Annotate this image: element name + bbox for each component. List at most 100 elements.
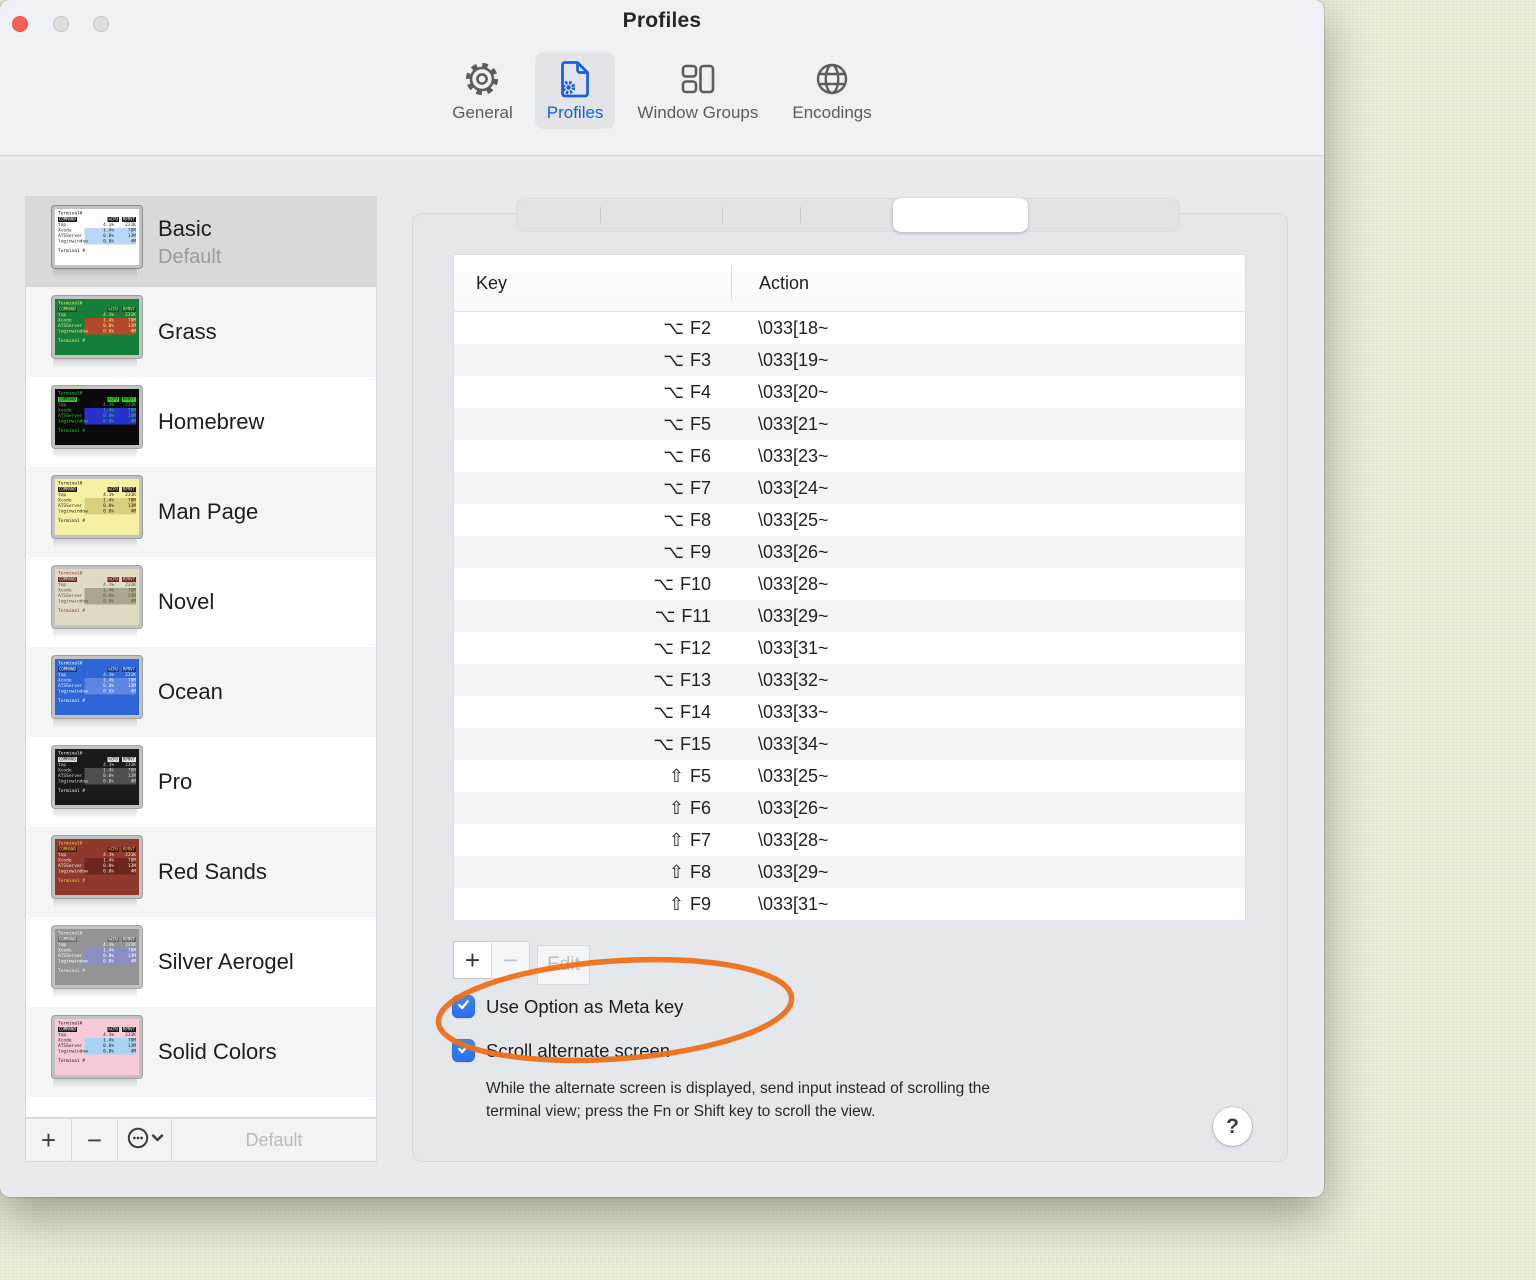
modifier-key-icon: ⌥ <box>663 541 684 562</box>
column-divider[interactable] <box>731 266 732 300</box>
table-row[interactable]: ⌥ F7 \033[24~ <box>454 472 1245 504</box>
profile-list-item[interactable]: Terminal# COMMAND %CPU RPRVT top 4.1% 231K… <box>26 647 376 737</box>
action-cell: \033[20~ <box>758 381 829 402</box>
profile-name: Homebrew <box>158 409 265 434</box>
table-row[interactable]: ⌥ F12 \033[31~ <box>454 632 1245 664</box>
ellipsis-circle-icon <box>125 1126 165 1155</box>
modifier-key-icon: ⌥ <box>653 701 674 722</box>
column-header-action[interactable]: Action <box>731 273 809 294</box>
scroll-alternate-screen-row: Scroll alternate screen <box>452 1039 670 1062</box>
key-cell: ⌥ F8 <box>663 509 711 530</box>
window-title: Profiles <box>622 9 702 32</box>
scroll-alternate-screen-checkbox[interactable] <box>452 1039 475 1062</box>
checkmark-icon <box>456 997 471 1017</box>
profile-list-item[interactable]: Terminal# COMMAND %CPU RPRVT top 4.1% 231K… <box>26 737 376 827</box>
action-cell: \033[32~ <box>758 669 829 690</box>
table-row[interactable]: ⇧ F8 \033[29~ <box>454 856 1245 888</box>
table-row[interactable]: ⌥ F11 \033[29~ <box>454 600 1245 632</box>
key-cell: ⌥ F14 <box>653 701 711 722</box>
table-row[interactable]: ⇧ F5 \033[25~ <box>454 760 1245 792</box>
profile-list-item[interactable]: Terminal# COMMAND %CPU RPRVT top 4.1% 231K… <box>26 557 376 647</box>
toolbar-item-window-groups[interactable]: Window Groups <box>625 52 770 129</box>
table-row[interactable]: ⌥ F4 \033[20~ <box>454 376 1245 408</box>
modifier-key-icon: ⌥ <box>663 477 684 498</box>
profile-list-item[interactable]: Terminal# COMMAND %CPU RPRVT top 4.1% 231K… <box>26 467 376 557</box>
table-row[interactable]: ⌥ F9 \033[26~ <box>454 536 1245 568</box>
action-cell: \033[25~ <box>758 765 829 786</box>
profile-thumbnail: Terminal# COMMAND %CPU RPRVT top 4.1% 231K… <box>52 926 144 998</box>
profile-name: Solid Colors <box>158 1039 277 1064</box>
key-cell: ⌥ F5 <box>663 413 711 434</box>
toolbar-item-label: Profiles <box>546 103 604 122</box>
profile-list-item[interactable]: Terminal# COMMAND %CPU RPRVT top 4.1% 231K… <box>26 197 376 287</box>
modifier-key-icon: ⌥ <box>654 605 676 626</box>
table-row[interactable]: ⌥ F14 \033[33~ <box>454 696 1245 728</box>
table-row[interactable]: ⌥ F5 \033[21~ <box>454 408 1245 440</box>
profile-list-item[interactable]: Terminal# COMMAND %CPU RPRVT top 4.1% 231K… <box>26 827 376 917</box>
alternate-screen-note: While the alternate screen is displayed,… <box>486 1080 991 1120</box>
table-row[interactable]: ⇧ F7 \033[28~ <box>454 824 1245 856</box>
table-row[interactable]: ⌥ F8 \033[25~ <box>454 504 1245 536</box>
thumbnail-reflection <box>53 719 137 728</box>
profile-actions-menu-button[interactable] <box>118 1119 172 1161</box>
tab[interactable] <box>722 198 800 232</box>
profile-list-item[interactable]: Terminal# COMMAND %CPU RPRVT top 4.1% 231K… <box>26 917 376 1007</box>
tab[interactable] <box>1028 198 1180 232</box>
profile-list-item[interactable]: Terminal# COMMAND %CPU RPRVT top 4.1% 231K… <box>26 1007 376 1097</box>
default-profile-button[interactable]: Default <box>172 1119 376 1161</box>
profile-name: Pro <box>158 769 193 794</box>
table-row[interactable]: ⌥ F15 \033[34~ <box>454 728 1245 760</box>
window-groups-icon <box>678 58 718 100</box>
toolbar-item-encodings[interactable]: Encodings <box>780 52 883 129</box>
remove-key-button[interactable]: − <box>491 941 530 979</box>
add-key-button[interactable]: + <box>453 941 492 979</box>
tab[interactable] <box>516 198 600 232</box>
profile-name: Ocean <box>158 679 223 704</box>
use-option-as-meta-key-row: Use Option as Meta key <box>452 995 683 1018</box>
thumbnail-reflection <box>53 1079 137 1088</box>
modifier-key-icon: ⌥ <box>653 637 674 658</box>
profile-thumbnail: Terminal# COMMAND %CPU RPRVT top 4.1% 231K… <box>52 296 144 368</box>
toolbar-item-label: General <box>452 103 513 122</box>
thumbnail-reflection <box>53 809 137 818</box>
tab[interactable] <box>800 198 893 232</box>
tab[interactable] <box>893 198 1028 232</box>
add-profile-button[interactable]: + <box>26 1119 72 1161</box>
tab[interactable] <box>600 198 722 232</box>
profile-thumbnail: Terminal# COMMAND %CPU RPRVT top 4.1% 231K… <box>52 656 144 728</box>
checkbox-label: Scroll alternate screen <box>486 1039 671 1061</box>
profile-name: Grass <box>158 319 217 344</box>
profile-name: Basic <box>158 215 212 241</box>
action-cell: \033[19~ <box>758 349 829 370</box>
profile-tabs <box>516 198 1180 232</box>
key-cell: ⇧ F8 <box>668 861 711 882</box>
key-cell: ⇧ F6 <box>668 797 711 818</box>
table-row[interactable]: ⌥ F10 \033[28~ <box>454 568 1245 600</box>
remove-profile-button[interactable]: − <box>72 1119 118 1161</box>
table-row[interactable]: ⌥ F2 \033[18~ <box>454 312 1245 344</box>
thumbnail-reflection <box>53 899 137 908</box>
use-option-as-meta-key-checkbox[interactable] <box>452 995 475 1018</box>
table-row[interactable]: ⇧ F9 \033[31~ <box>454 888 1245 920</box>
key-cell: ⌥ F12 <box>653 637 711 658</box>
profile-list-item[interactable]: Terminal# COMMAND %CPU RPRVT top 4.1% 231K… <box>26 377 376 467</box>
table-row[interactable]: ⌥ F13 \033[32~ <box>454 664 1245 696</box>
help-button[interactable]: ? <box>1213 1107 1252 1146</box>
toolbar-item-general[interactable]: General <box>440 52 524 129</box>
table-row[interactable]: ⌥ F3 \033[19~ <box>454 344 1245 376</box>
toolbar: General Profiles Window Groups Encodings <box>0 52 1324 129</box>
profile-thumbnail: Terminal# COMMAND %CPU RPRVT top 4.1% 231K… <box>52 476 144 548</box>
action-cell: \033[31~ <box>758 893 829 914</box>
table-row[interactable]: ⇧ F6 \033[26~ <box>454 792 1245 824</box>
table-row[interactable]: ⌥ F6 \033[23~ <box>454 440 1245 472</box>
edit-key-button[interactable]: Edit <box>537 945 590 985</box>
profile-thumbnail: Terminal# COMMAND %CPU RPRVT top 4.1% 231K… <box>52 206 144 278</box>
profile-list: Terminal# COMMAND %CPU RPRVT top 4.1% 231K… <box>25 196 377 1118</box>
checkbox-label: Use Option as Meta key <box>486 995 684 1017</box>
modifier-key-icon: ⇧ <box>668 797 684 818</box>
modifier-key-icon: ⌥ <box>663 381 684 402</box>
profile-list-item[interactable]: Terminal# COMMAND %CPU RPRVT top 4.1% 231K… <box>26 287 376 377</box>
toolbar-item-profiles[interactable]: Profiles <box>534 52 616 129</box>
profile-thumbnail: Terminal# COMMAND %CPU RPRVT top 4.1% 231K… <box>52 566 144 638</box>
column-header-key[interactable]: Key <box>454 273 731 294</box>
